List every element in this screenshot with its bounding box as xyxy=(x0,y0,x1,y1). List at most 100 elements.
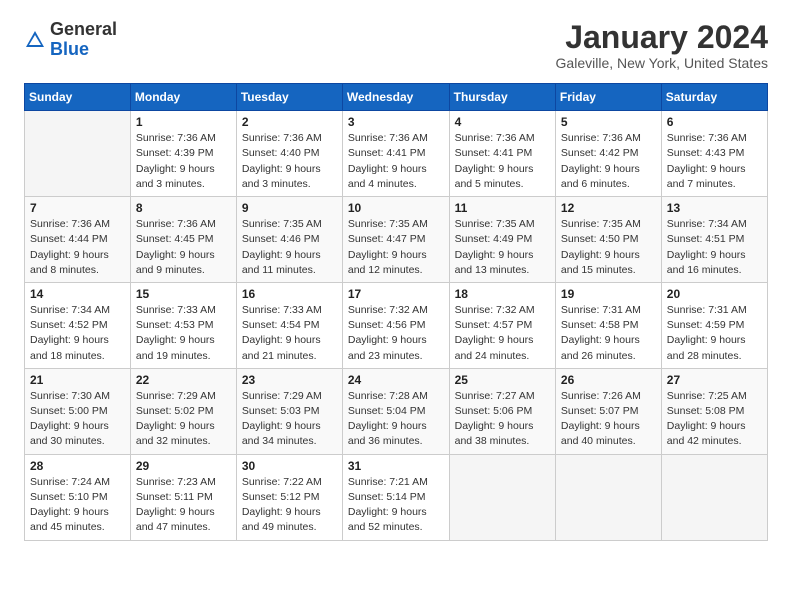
calendar-cell: 1 Sunrise: 7:36 AMSunset: 4:39 PMDaylight… xyxy=(130,111,236,197)
calendar-cell: 30Sunrise: 7:22 AMSunset: 5:12 PMDayligh… xyxy=(236,454,342,540)
day-info: Sunrise: 7:36 AMSunset: 4:45 PMDaylight:… xyxy=(136,217,231,278)
day-info: Sunrise: 7:26 AMSunset: 5:07 PMDaylight:… xyxy=(561,389,656,450)
calendar-cell: 2 Sunrise: 7:36 AMSunset: 4:40 PMDaylight… xyxy=(236,111,342,197)
calendar-cell: 25Sunrise: 7:27 AMSunset: 5:06 PMDayligh… xyxy=(449,368,555,454)
day-info: Sunrise: 7:31 AMSunset: 4:58 PMDaylight:… xyxy=(561,303,656,364)
page-header: General Blue January 2024 Galeville, New… xyxy=(24,20,768,71)
calendar-body: 1 Sunrise: 7:36 AMSunset: 4:39 PMDaylight… xyxy=(25,111,768,540)
weekday-header-tuesday: Tuesday xyxy=(236,84,342,111)
calendar-cell xyxy=(25,111,131,197)
day-number: 4 xyxy=(455,115,550,129)
calendar-cell xyxy=(449,454,555,540)
calendar-cell: 12Sunrise: 7:35 AMSunset: 4:50 PMDayligh… xyxy=(555,197,661,283)
calendar-cell: 28 Sunrise: 7:24 AMSunset: 5:10 PMDayligh… xyxy=(25,454,131,540)
calendar-cell: 13 Sunrise: 7:34 AMSunset: 4:51 PMDayligh… xyxy=(661,197,767,283)
calendar-cell: 14 Sunrise: 7:34 AMSunset: 4:52 PMDayligh… xyxy=(25,282,131,368)
day-info: Sunrise: 7:28 AMSunset: 5:04 PMDaylight:… xyxy=(348,389,444,450)
day-number: 28 xyxy=(30,459,125,473)
calendar-cell: 26 Sunrise: 7:26 AMSunset: 5:07 PMDayligh… xyxy=(555,368,661,454)
weekday-header-monday: Monday xyxy=(130,84,236,111)
day-info: Sunrise: 7:36 AMSunset: 4:40 PMDaylight:… xyxy=(242,131,337,192)
calendar-cell: 17 Sunrise: 7:32 AMSunset: 4:56 PMDayligh… xyxy=(342,282,449,368)
logo-text: General Blue xyxy=(50,20,117,60)
weekday-header-row: SundayMondayTuesdayWednesdayThursdayFrid… xyxy=(25,84,768,111)
day-info: Sunrise: 7:35 AMSunset: 4:47 PMDaylight:… xyxy=(348,217,444,278)
weekday-header-thursday: Thursday xyxy=(449,84,555,111)
day-info: Sunrise: 7:36 AMSunset: 4:43 PMDaylight:… xyxy=(667,131,762,192)
day-info: Sunrise: 7:36 AMSunset: 4:39 PMDaylight:… xyxy=(136,131,231,192)
day-number: 30 xyxy=(242,459,337,473)
weekday-header-wednesday: Wednesday xyxy=(342,84,449,111)
calendar-cell: 8 Sunrise: 7:36 AMSunset: 4:45 PMDaylight… xyxy=(130,197,236,283)
calendar-subtitle: Galeville, New York, United States xyxy=(556,55,768,71)
day-info: Sunrise: 7:29 AMSunset: 5:02 PMDaylight:… xyxy=(136,389,231,450)
day-number: 7 xyxy=(30,201,125,215)
calendar-title: January 2024 xyxy=(556,20,768,55)
calendar-cell: 22 Sunrise: 7:29 AMSunset: 5:02 PMDayligh… xyxy=(130,368,236,454)
day-number: 8 xyxy=(136,201,231,215)
calendar-cell: 19 Sunrise: 7:31 AMSunset: 4:58 PMDayligh… xyxy=(555,282,661,368)
logo-blue: Blue xyxy=(50,39,89,59)
calendar-cell: 24Sunrise: 7:28 AMSunset: 5:04 PMDayligh… xyxy=(342,368,449,454)
day-number: 10 xyxy=(348,201,444,215)
day-info: Sunrise: 7:24 AMSunset: 5:10 PMDaylight:… xyxy=(30,475,125,536)
day-number: 14 xyxy=(30,287,125,301)
logo-general: General xyxy=(50,19,117,39)
day-info: Sunrise: 7:34 AMSunset: 4:51 PMDaylight:… xyxy=(667,217,762,278)
calendar-cell: 27 Sunrise: 7:25 AMSunset: 5:08 PMDayligh… xyxy=(661,368,767,454)
day-info: Sunrise: 7:30 AMSunset: 5:00 PMDaylight:… xyxy=(30,389,125,450)
day-info: Sunrise: 7:34 AMSunset: 4:52 PMDaylight:… xyxy=(30,303,125,364)
calendar-week-5: 28 Sunrise: 7:24 AMSunset: 5:10 PMDayligh… xyxy=(25,454,768,540)
day-number: 31 xyxy=(348,459,444,473)
day-number: 6 xyxy=(667,115,762,129)
calendar-cell: 7Sunrise: 7:36 AMSunset: 4:44 PMDaylight… xyxy=(25,197,131,283)
day-number: 17 xyxy=(348,287,444,301)
day-info: Sunrise: 7:35 AMSunset: 4:50 PMDaylight:… xyxy=(561,217,656,278)
calendar-cell: 10 Sunrise: 7:35 AMSunset: 4:47 PMDayligh… xyxy=(342,197,449,283)
calendar-cell xyxy=(661,454,767,540)
day-number: 15 xyxy=(136,287,231,301)
calendar-cell xyxy=(555,454,661,540)
calendar-cell: 21Sunrise: 7:30 AMSunset: 5:00 PMDayligh… xyxy=(25,368,131,454)
day-number: 13 xyxy=(667,201,762,215)
day-info: Sunrise: 7:21 AMSunset: 5:14 PMDaylight:… xyxy=(348,475,444,536)
calendar-header: SundayMondayTuesdayWednesdayThursdayFrid… xyxy=(25,84,768,111)
day-number: 26 xyxy=(561,373,656,387)
calendar-cell: 31 Sunrise: 7:21 AMSunset: 5:14 PMDayligh… xyxy=(342,454,449,540)
day-number: 19 xyxy=(561,287,656,301)
day-number: 9 xyxy=(242,201,337,215)
day-number: 22 xyxy=(136,373,231,387)
day-info: Sunrise: 7:32 AMSunset: 4:56 PMDaylight:… xyxy=(348,303,444,364)
calendar-week-1: 1 Sunrise: 7:36 AMSunset: 4:39 PMDaylight… xyxy=(25,111,768,197)
day-info: Sunrise: 7:29 AMSunset: 5:03 PMDaylight:… xyxy=(242,389,337,450)
logo-icon xyxy=(24,29,46,51)
day-info: Sunrise: 7:32 AMSunset: 4:57 PMDaylight:… xyxy=(455,303,550,364)
calendar-cell: 11Sunrise: 7:35 AMSunset: 4:49 PMDayligh… xyxy=(449,197,555,283)
calendar-cell: 20Sunrise: 7:31 AMSunset: 4:59 PMDayligh… xyxy=(661,282,767,368)
calendar-cell: 18Sunrise: 7:32 AMSunset: 4:57 PMDayligh… xyxy=(449,282,555,368)
calendar-cell: 4Sunrise: 7:36 AMSunset: 4:41 PMDaylight… xyxy=(449,111,555,197)
day-info: Sunrise: 7:33 AMSunset: 4:54 PMDaylight:… xyxy=(242,303,337,364)
day-number: 25 xyxy=(455,373,550,387)
day-info: Sunrise: 7:25 AMSunset: 5:08 PMDaylight:… xyxy=(667,389,762,450)
calendar-cell: 6 Sunrise: 7:36 AMSunset: 4:43 PMDaylight… xyxy=(661,111,767,197)
calendar-cell: 9Sunrise: 7:35 AMSunset: 4:46 PMDaylight… xyxy=(236,197,342,283)
day-info: Sunrise: 7:33 AMSunset: 4:53 PMDaylight:… xyxy=(136,303,231,364)
day-number: 27 xyxy=(667,373,762,387)
day-info: Sunrise: 7:31 AMSunset: 4:59 PMDaylight:… xyxy=(667,303,762,364)
calendar-table: SundayMondayTuesdayWednesdayThursdayFrid… xyxy=(24,83,768,540)
day-info: Sunrise: 7:23 AMSunset: 5:11 PMDaylight:… xyxy=(136,475,231,536)
day-number: 11 xyxy=(455,201,550,215)
day-number: 29 xyxy=(136,459,231,473)
weekday-header-friday: Friday xyxy=(555,84,661,111)
day-number: 5 xyxy=(561,115,656,129)
calendar-cell: 3Sunrise: 7:36 AMSunset: 4:41 PMDaylight… xyxy=(342,111,449,197)
calendar-week-4: 21Sunrise: 7:30 AMSunset: 5:00 PMDayligh… xyxy=(25,368,768,454)
day-number: 2 xyxy=(242,115,337,129)
weekday-header-sunday: Sunday xyxy=(25,84,131,111)
day-info: Sunrise: 7:36 AMSunset: 4:41 PMDaylight:… xyxy=(348,131,444,192)
weekday-header-saturday: Saturday xyxy=(661,84,767,111)
day-number: 1 xyxy=(136,115,231,129)
calendar-cell: 15 Sunrise: 7:33 AMSunset: 4:53 PMDayligh… xyxy=(130,282,236,368)
calendar-cell: 23Sunrise: 7:29 AMSunset: 5:03 PMDayligh… xyxy=(236,368,342,454)
